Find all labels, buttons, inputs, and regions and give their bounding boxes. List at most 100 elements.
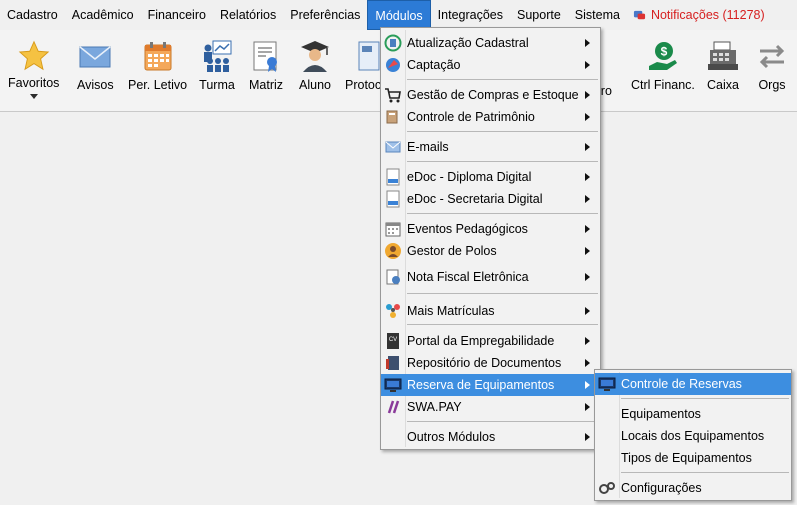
chevron-right-icon	[585, 359, 590, 367]
menu-item-repositorio-documentos[interactable]: Repositório de Documentos	[381, 352, 600, 374]
chevron-right-icon	[585, 337, 590, 345]
menu-item-controle-patrimonio[interactable]: Controle de Patrimônio	[381, 106, 600, 128]
orgs-label: Orgs	[758, 78, 786, 92]
turma-label: Turma	[199, 78, 235, 92]
menu-item-label: Repositório de Documentos	[407, 356, 562, 370]
student-icon	[301, 41, 329, 72]
menu-item-label: eDoc - Secretaria Digital	[407, 192, 543, 206]
menu-preferencias[interactable]: Preferências	[283, 0, 367, 30]
caixa-button[interactable]: Caixa	[705, 38, 741, 92]
monitor-icon	[598, 377, 616, 391]
menu-relatorios[interactable]: Relatórios	[213, 0, 283, 30]
menu-item-label: eDoc - Diploma Digital	[407, 170, 532, 184]
menu-item-label: Gestão de Compras e Estoque	[407, 88, 579, 102]
menu-item-portal-empregabilidade[interactable]: CV Portal da Empregabilidade	[381, 330, 600, 352]
protocolo-button[interactable]: Protoc	[345, 38, 381, 92]
menu-academico[interactable]: Acadêmico	[65, 0, 141, 30]
protocolo-label: Protoc	[345, 78, 382, 92]
menu-item-label: Outros Módulos	[407, 430, 496, 444]
chevron-right-icon	[585, 39, 590, 47]
chevron-right-icon	[585, 113, 590, 121]
chevron-down-icon[interactable]	[29, 94, 38, 99]
submenu-item-label: Controle de Reservas	[621, 377, 742, 391]
submenu-item-controle-reservas[interactable]: Controle de Reservas	[595, 373, 791, 395]
matriz-label: Matriz	[248, 78, 284, 92]
avisos-label: Avisos	[77, 78, 114, 92]
edoc-icon	[386, 190, 400, 208]
certificate-icon	[253, 41, 277, 72]
submenu-item-label: Tipos de Equipamentos	[621, 451, 752, 465]
menu-item-atualizacao-cadastral[interactable]: Atualização Cadastral	[381, 32, 600, 54]
chevron-right-icon	[585, 381, 590, 389]
swap-arrows-icon	[759, 44, 785, 69]
menu-item-edoc-secretaria[interactable]: eDoc - Secretaria Digital	[381, 188, 600, 210]
menu-item-label: Mais Matrículas	[407, 304, 495, 318]
turma-button[interactable]: Turma	[199, 38, 235, 92]
menu-item-label: Portal da Empregabilidade	[407, 334, 555, 348]
menu-bar: Cadastro Acadêmico Financeiro Relatórios…	[0, 0, 797, 30]
menu-modulos[interactable]: Módulos	[367, 0, 431, 30]
matriz-button[interactable]: Matriz	[248, 38, 284, 92]
ctrl-financ-label: Ctrl Financ.	[631, 78, 695, 92]
menu-item-label: E-mails	[407, 140, 449, 154]
chevron-right-icon	[585, 225, 590, 233]
envelope-icon	[79, 46, 111, 68]
menu-sistema[interactable]: Sistema	[568, 0, 627, 30]
aluno-button[interactable]: Aluno	[297, 38, 333, 92]
protocol-document-icon	[358, 41, 380, 71]
chevron-right-icon	[585, 307, 590, 315]
ctrl-financ-button[interactable]: $ Ctrl Financ.	[631, 38, 695, 92]
favoritos-label: Favoritos	[8, 76, 60, 90]
menu-item-label: Gestor de Polos	[407, 244, 497, 258]
calendar-icon	[385, 222, 401, 237]
shopping-cart-icon	[385, 88, 401, 103]
menu-item-label: Eventos Pedagógicos	[407, 222, 528, 236]
chevron-right-icon	[585, 143, 590, 151]
submenu-item-label: Equipamentos	[621, 407, 701, 421]
menu-suporte[interactable]: Suporte	[510, 0, 568, 30]
menu-item-nota-fiscal[interactable]: Nota Fiscal Eletrônica	[381, 266, 600, 288]
user-manager-icon	[385, 243, 401, 259]
menu-item-captacao[interactable]: Captação	[381, 54, 600, 76]
notifications-label: Notificações (11278)	[650, 8, 765, 22]
menu-item-edoc-diploma[interactable]: eDoc - Diploma Digital	[381, 166, 600, 188]
chat-notification-icon	[633, 10, 646, 19]
modulos-dropdown: Atualização Cadastral Captação Gestão de…	[380, 27, 601, 450]
menu-item-emails[interactable]: E-mails	[381, 136, 600, 158]
menu-item-mais-matriculas[interactable]: Mais Matrículas	[381, 300, 600, 322]
submenu-item-equipamentos[interactable]: Equipamentos	[595, 403, 791, 425]
submenu-item-tipos-equipamentos[interactable]: Tipos de Equipamentos	[595, 447, 791, 469]
favoritos-button[interactable]: Favoritos	[8, 38, 59, 99]
menu-item-label: Reserva de Equipamentos	[407, 378, 555, 392]
magnet-icon	[386, 58, 400, 72]
menu-item-eventos-pedagogicos[interactable]: Eventos Pedagógicos	[381, 218, 600, 240]
aluno-label: Aluno	[299, 78, 331, 92]
menu-item-gestao-compras[interactable]: Gestão de Compras e Estoque	[381, 84, 600, 106]
chevron-right-icon	[585, 91, 590, 99]
menu-financeiro[interactable]: Financeiro	[141, 0, 213, 30]
menu-item-label: Nota Fiscal Eletrônica	[407, 270, 529, 284]
cash-register-icon	[708, 41, 738, 70]
chevron-right-icon	[585, 247, 590, 255]
menu-item-outros-modulos[interactable]: Outros Módulos	[381, 426, 600, 448]
avisos-button[interactable]: Avisos	[77, 38, 114, 92]
caixa-label: Caixa	[707, 78, 739, 92]
orgs-button[interactable]: Orgs	[754, 38, 790, 92]
menu-cadastro[interactable]: Cadastro	[0, 0, 65, 30]
submenu-item-configuracoes[interactable]: Configurações	[595, 477, 791, 499]
monitor-icon	[384, 378, 402, 392]
menu-item-reserva-equipamentos[interactable]: Reserva de Equipamentos	[381, 374, 600, 396]
submenu-item-label: Locais dos Equipamentos	[621, 429, 765, 443]
menu-item-swa-pay[interactable]: SWA.PAY	[381, 396, 600, 418]
calendar-icon	[144, 42, 172, 71]
submenu-item-locais-equipamentos[interactable]: Locais dos Equipamentos	[595, 425, 791, 447]
per-letivo-button[interactable]: Per. Letivo	[128, 38, 187, 92]
menu-item-gestor-polos[interactable]: Gestor de Polos	[381, 240, 600, 262]
per-letivo-label: Per. Letivo	[128, 78, 188, 92]
menu-item-label: Captação	[407, 58, 461, 72]
money-hand-icon: $	[648, 42, 677, 70]
inventory-icon	[386, 110, 398, 124]
menu-integracoes[interactable]: Integrações	[431, 0, 510, 30]
chevron-right-icon	[585, 433, 590, 441]
notifications-link[interactable]: Notificações (11278)	[627, 0, 772, 30]
